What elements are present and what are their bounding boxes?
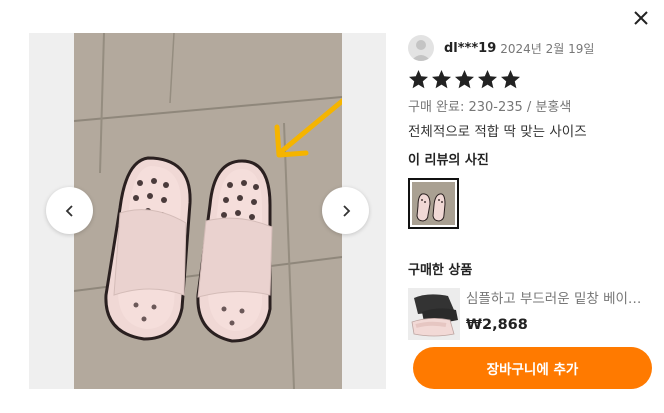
close-button[interactable] xyxy=(628,6,654,32)
star-icon xyxy=(409,70,428,89)
chevron-left-icon xyxy=(65,204,73,217)
star-icon xyxy=(455,70,474,89)
star-rating xyxy=(408,69,658,93)
review-detail-panel: dl***19 2024년 2월 19일 구매 완료: 230-235 / 분홍… xyxy=(408,33,658,340)
purchased-product-item[interactable]: 심플하고 부드러운 밑창 베이직 슬리퍼 ₩2,868 xyxy=(408,288,658,340)
product-price: ₩2,868 xyxy=(466,317,528,333)
product-name: 심플하고 부드러운 밑창 베이직 슬리퍼 xyxy=(466,291,652,307)
avatar xyxy=(408,35,434,61)
avatar-placeholder-icon xyxy=(411,40,431,61)
review-date: 2024년 2월 19일 xyxy=(500,41,595,56)
purchase-option: 구매 완료: 230-235 / 분홍색 xyxy=(408,100,572,115)
review-photos-title: 이 리뷰의 사진 xyxy=(408,153,489,168)
review-photo xyxy=(74,33,342,389)
product-image xyxy=(408,288,460,340)
review-text: 전체적으로 적합 딱 맞는 사이즈 xyxy=(408,124,587,140)
chevron-right-icon xyxy=(342,204,350,217)
review-photo-gallery xyxy=(29,33,386,389)
review-photo-thumbnail[interactable] xyxy=(408,178,459,229)
star-icon xyxy=(432,70,451,89)
reviewer-name: dl***19 xyxy=(444,40,497,56)
purchased-product-title: 구매한 상품 xyxy=(408,263,473,278)
next-photo-button[interactable] xyxy=(322,187,369,234)
reviewer-info: dl***19 2024년 2월 19일 xyxy=(408,33,658,63)
star-icon xyxy=(501,70,520,89)
close-icon xyxy=(634,11,648,25)
star-icon xyxy=(478,70,497,89)
previous-photo-button[interactable] xyxy=(46,187,93,234)
add-to-cart-button[interactable]: 장바구니에 추가 xyxy=(413,347,652,389)
